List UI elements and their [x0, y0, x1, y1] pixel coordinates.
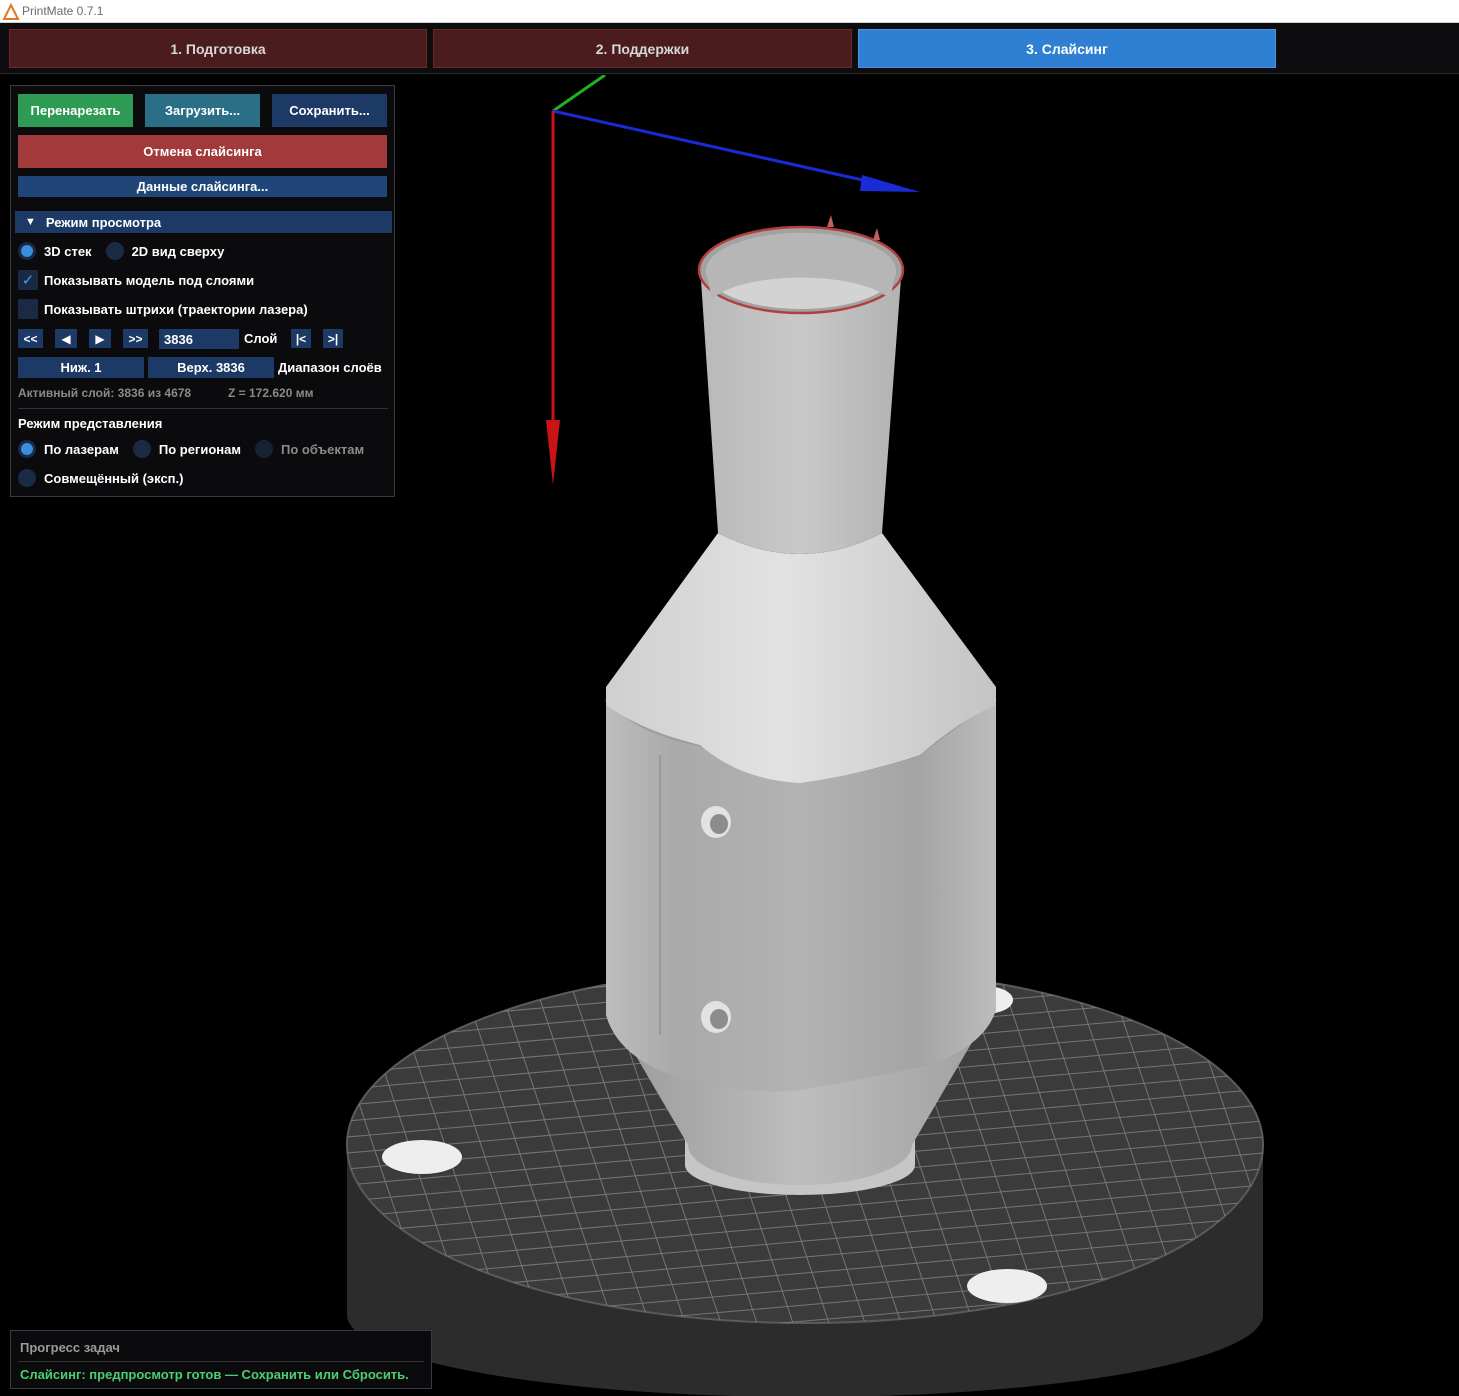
tab-bar: 1. Подготовка 2. Поддержки 3. Слайсинг	[0, 23, 1459, 74]
view-mode-header[interactable]: ▼ Режим просмотра	[15, 211, 392, 233]
active-layer-text: Активный слой: 3836 из 4678	[18, 386, 192, 400]
radio-icon	[18, 469, 36, 487]
to-bottom-button[interactable]: |<	[291, 329, 311, 348]
first-layer-button[interactable]: <<	[18, 329, 43, 348]
slicing-data-button[interactable]: Данные слайсинга...	[18, 176, 387, 197]
task-progress-panel: Прогресс задач Слайсинг: предпросмотр го…	[10, 1330, 432, 1389]
render-mode-options: По лазерам По регионам По объектам	[18, 440, 378, 458]
layer-label: Слой	[244, 331, 278, 346]
radio-combined[interactable]: Совмещённый (эксп.)	[18, 469, 183, 487]
tab-slicing[interactable]: 3. Слайсинг	[858, 29, 1276, 68]
range-high-input[interactable]: Верх. 3836	[148, 357, 274, 378]
radio-icon	[254, 440, 273, 458]
last-layer-button[interactable]: >>	[123, 329, 148, 348]
checkmark-icon: ✓	[18, 270, 38, 290]
radio-3d-stack[interactable]: 3D стек	[18, 242, 92, 260]
next-layer-button[interactable]: ▶	[89, 329, 111, 348]
save-button[interactable]: Сохранить...	[272, 94, 387, 127]
range-low-input[interactable]: Ниж. 1	[18, 357, 144, 378]
model-part	[605, 225, 997, 1195]
tab-supports[interactable]: 2. Поддержки	[433, 29, 852, 68]
view-mode-options: 3D стек 2D вид сверху	[18, 242, 238, 260]
radio-icon	[18, 242, 36, 260]
divider	[18, 1361, 424, 1362]
reslice-button[interactable]: Перенарезать	[18, 94, 133, 127]
radio-2d-top[interactable]: 2D вид сверху	[105, 242, 224, 260]
to-top-button[interactable]: >|	[323, 329, 343, 348]
radio-by-regions[interactable]: По регионам	[132, 440, 241, 458]
title-bar: PrintMate 0.7.1	[0, 0, 1459, 23]
load-button[interactable]: Загрузить...	[145, 94, 260, 127]
radio-by-objects: По объектам	[254, 440, 364, 458]
progress-status: Слайсинг: предпросмотр готов — Сохранить…	[20, 1367, 409, 1382]
show-hatches-checkbox[interactable]: Показывать штрихи (траектории лазера)	[18, 299, 308, 319]
checkbox-empty-icon	[18, 299, 38, 319]
radio-icon	[132, 440, 151, 458]
slicing-panel: Перенарезать Загрузить... Сохранить... О…	[10, 85, 395, 497]
range-label: Диапазон слоёв	[278, 360, 382, 375]
progress-header: Прогресс задач	[20, 1340, 120, 1355]
z-height-text: Z = 172.620 мм	[228, 386, 314, 400]
tab-preparation[interactable]: 1. Подготовка	[9, 29, 427, 68]
show-model-checkbox[interactable]: ✓ Показывать модель под слоями	[18, 270, 254, 290]
layer-input[interactable]: 3836	[159, 329, 239, 349]
cancel-slicing-button[interactable]: Отмена слайсинга	[18, 135, 387, 168]
window-title: PrintMate 0.7.1	[22, 4, 104, 18]
radio-icon	[105, 242, 124, 260]
app-logo-icon	[2, 2, 20, 20]
render-mode-header: Режим представления	[18, 416, 163, 431]
divider	[18, 408, 388, 409]
prev-layer-button[interactable]: ◀	[55, 329, 77, 348]
collapse-triangle-icon: ▼	[25, 216, 36, 228]
radio-by-lasers[interactable]: По лазерам	[18, 440, 119, 458]
radio-icon	[18, 440, 36, 458]
